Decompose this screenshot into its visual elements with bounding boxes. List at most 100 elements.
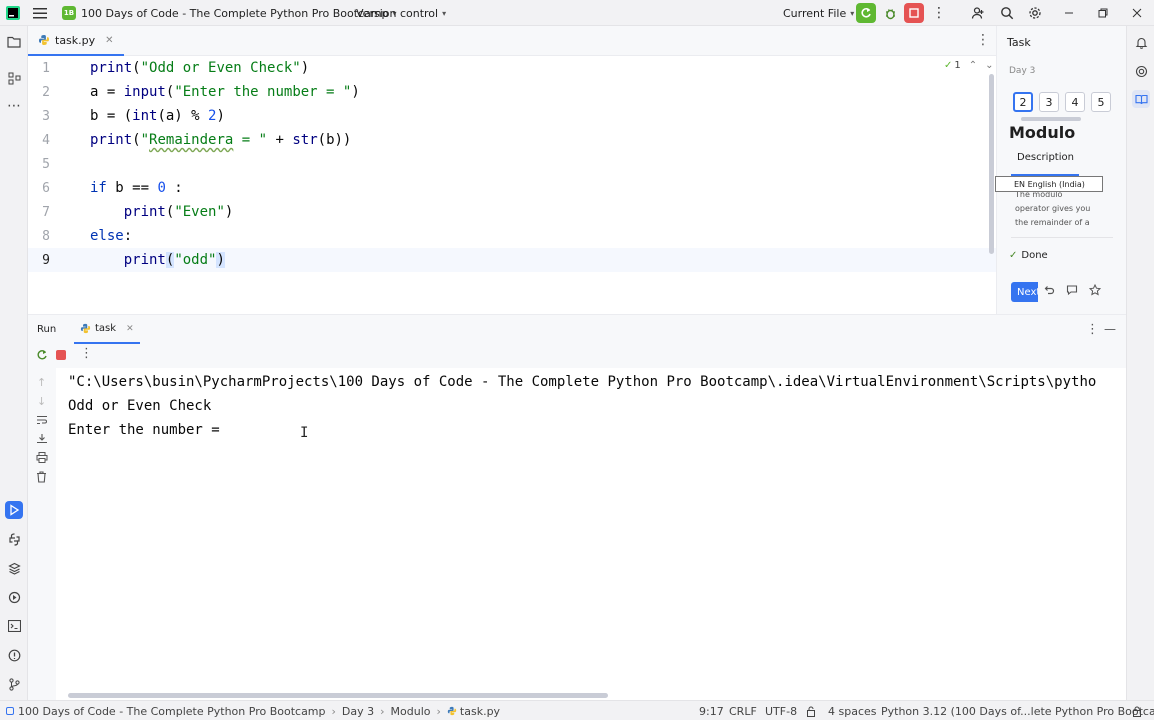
code-line: print("Even") [123,204,234,220]
more-vertical-icon[interactable]: ⋮ [80,346,93,361]
close-window-button[interactable] [1127,3,1147,23]
task-heading: Modulo [1009,123,1076,142]
soft-wrap-icon[interactable] [36,414,48,428]
vcs-selector[interactable]: Version control ▾ [356,0,446,26]
undo-icon[interactable] [1043,284,1055,299]
step-2-button[interactable]: 2 [1013,92,1033,112]
task-panel-title: Task [1007,36,1031,49]
minimize-button[interactable] [1059,3,1079,23]
run-console[interactable]: "C:\Users\busin\PycharmProjects\100 Days… [56,368,1126,700]
breadcrumb-item[interactable]: Modulo [391,705,431,718]
scroll-to-end-icon[interactable] [36,433,48,447]
app-logo-icon[interactable] [6,0,20,26]
editor-scrollbar[interactable] [989,74,994,254]
main-menu-icon[interactable] [33,0,47,26]
readonly-lock-icon[interactable] [806,701,816,720]
inspection-count: 1 [954,60,961,71]
problems-icon[interactable] [5,646,23,664]
rerun-icon[interactable] [36,349,48,364]
step-4-button[interactable]: 4 [1065,92,1085,112]
arrow-up-icon[interactable]: ↑ [37,376,46,389]
gear-icon [1029,7,1041,19]
more-horizontal-icon[interactable]: ⋯ [5,97,23,115]
code-line: a = input("Enter the number = ") [90,84,360,100]
project-selector[interactable]: 1B 100 Days of Code - The Complete Pytho… [62,0,397,26]
more-vertical-icon: ⋮ [932,5,946,21]
line-separator[interactable]: CRLF [729,701,757,720]
close-tab-icon[interactable]: ✕ [105,35,113,46]
learn-book-icon[interactable] [1132,90,1150,108]
comment-icon[interactable] [1066,284,1078,299]
trash-icon[interactable] [36,471,47,486]
chevron-down-icon[interactable]: ⌄ [985,60,993,71]
breadcrumb-item[interactable]: Day 3 [342,705,374,718]
tab-description[interactable]: Description [1011,152,1079,176]
stop-icon [909,8,919,18]
run-config-selector[interactable]: Current File ▾ [783,0,854,26]
line-number: 9 [42,253,50,268]
next-button[interactable]: Next [1011,282,1038,302]
settings-button[interactable] [1025,3,1045,23]
code-editor[interactable]: 1 2 3 4 5 6 7 8 9 print("Odd or Even Che… [28,56,996,314]
run-tool-icon[interactable] [5,501,23,519]
day-label: Day 3 [1009,66,1036,76]
check-icon: ✓ [1009,250,1018,261]
python-file-icon [80,323,91,334]
tab-task-py[interactable]: task.py ✕ [28,26,124,56]
ai-assistant-icon[interactable] [1132,62,1150,80]
right-tool-strip [1126,26,1154,700]
rerun-icon [861,8,871,18]
file-encoding[interactable]: UTF-8 [765,701,797,720]
inspection-widget[interactable]: ✓ 1 ⌃ ⌄ [944,60,994,71]
caret-position[interactable]: 9:17 [699,701,724,720]
tab-task-run[interactable]: task ✕ [74,315,140,344]
run-config-label: Current File [783,6,847,20]
step-5-button[interactable]: 5 [1091,92,1111,112]
more-actions-button[interactable]: ⋮ [929,3,949,23]
line-number: 6 [42,181,50,196]
terminal-icon[interactable] [5,617,23,635]
services-icon[interactable] [5,588,23,606]
print-icon[interactable] [36,452,48,466]
code-line: print("odd") [123,252,225,268]
git-branch-icon[interactable] [5,675,23,693]
project-name: 100 Days of Code - The Complete Python P… [81,6,389,20]
language-popup[interactable]: EN English (India) [995,176,1103,192]
console-line: Odd or Even Check [68,398,212,414]
search-button[interactable] [997,3,1017,23]
layers-icon[interactable] [5,559,23,577]
project-folder-icon[interactable] [5,33,23,51]
notifications-icon[interactable] [1132,33,1150,51]
indent-setting[interactable]: 4 spaces [828,701,877,720]
stop-button[interactable] [904,3,924,23]
arrow-down-icon[interactable]: ↓ [37,395,46,408]
restore-button[interactable] [1093,3,1113,23]
breadcrumb-item[interactable]: task.py [460,705,500,718]
more-vertical-icon[interactable]: ⋮ [976,32,990,48]
hide-panel-icon[interactable]: — [1104,322,1116,336]
chevron-up-icon[interactable]: ⌃ [969,60,977,71]
breadcrumb-item[interactable]: 100 Days of Code - The Complete Python P… [18,705,326,718]
steps-scrollbar[interactable] [1021,117,1081,121]
lock-icon[interactable] [1132,701,1142,720]
more-vertical-icon[interactable]: ⋮ [1086,322,1099,337]
text-cursor-icon: I [300,425,309,441]
code-with-me-button[interactable] [968,3,988,23]
python-console-icon[interactable] [5,530,23,548]
star-icon[interactable] [1088,283,1102,299]
run-panel-header: Run task ✕ ⋮ — [28,314,1126,344]
run-toolbar: ⋮ [28,344,1126,368]
code-line: print("Odd or Even Check") [90,60,310,76]
stop-icon[interactable] [56,350,66,360]
close-icon [1132,8,1142,18]
step-3-button[interactable]: 3 [1039,92,1059,112]
console-input-line[interactable]: Enter the number = [68,422,228,438]
debug-button[interactable] [880,3,900,23]
structure-icon[interactable] [5,69,23,87]
rerun-button[interactable] [856,3,876,23]
python-interpreter[interactable]: Python 3.12 (100 Days of...lete Python P… [881,701,1154,720]
close-tab-icon[interactable]: ✕ [126,324,134,334]
chevron-down-icon: ▾ [442,8,447,18]
console-scrollbar[interactable] [68,693,608,698]
python-file-icon [447,706,457,716]
